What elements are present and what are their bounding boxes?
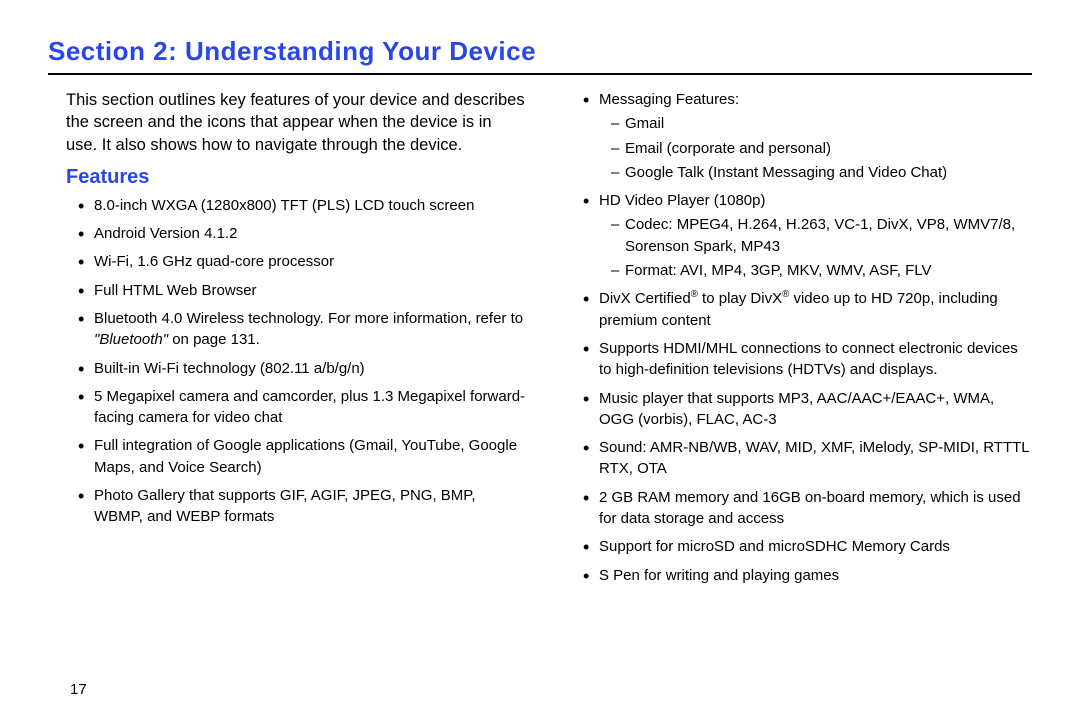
feature-item: DivX Certified® to play DivX® video up t… <box>587 288 1032 331</box>
feature-item: Built-in Wi-Fi technology (802.11 a/b/g/… <box>82 358 527 379</box>
feature-item: Bluetooth 4.0 Wireless technology. For m… <box>82 308 527 351</box>
bluetooth-ref: "Bluetooth" <box>94 331 168 348</box>
feature-item: 2 GB RAM memory and 16GB on-board memory… <box>587 487 1032 530</box>
text: Bluetooth 4.0 Wireless technology. For m… <box>94 310 523 327</box>
intro-text: This section outlines key features of yo… <box>48 89 527 156</box>
feature-item: Full integration of Google applications … <box>82 435 527 478</box>
hd-head: HD Video Player (1080p) <box>599 192 765 209</box>
feature-item: Music player that supports MP3, AAC/AAC+… <box>587 388 1032 431</box>
messaging-sublist: Gmail Email (corporate and personal) Goo… <box>599 113 1032 183</box>
sub-item: Google Talk (Instant Messaging and Video… <box>611 162 1032 183</box>
reg-mark: ® <box>691 289 698 300</box>
feature-item: Supports HDMI/MHL connections to connect… <box>587 338 1032 381</box>
feature-item: Sound: AMR-NB/WB, WAV, MID, XMF, iMelody… <box>587 437 1032 480</box>
sub-item: Format: AVI, MP4, 3GP, MKV, WMV, ASF, FL… <box>611 260 1032 281</box>
feature-item: Support for microSD and microSDHC Memory… <box>587 536 1032 557</box>
feature-item: S Pen for writing and playing games <box>587 565 1032 586</box>
sub-item: Email (corporate and personal) <box>611 138 1032 159</box>
features-list-left: 8.0-inch WXGA (1280x800) TFT (PLS) LCD t… <box>48 195 527 528</box>
divider <box>48 73 1032 75</box>
messaging-head: Messaging Features: <box>599 91 739 108</box>
sub-item: Codec: MPEG4, H.264, H.263, VC-1, DivX, … <box>611 214 1032 257</box>
features-heading: Features <box>48 166 527 189</box>
feature-item: Android Version 4.1.2 <box>82 223 527 244</box>
content-columns: This section outlines key features of yo… <box>48 89 1032 593</box>
section-title: Section 2: Understanding Your Device <box>48 36 1032 67</box>
text: on page 131. <box>168 331 260 348</box>
page-number: 17 <box>70 681 87 698</box>
feature-item: 5 Megapixel camera and camcorder, plus 1… <box>82 386 527 429</box>
feature-item: Full HTML Web Browser <box>82 280 527 301</box>
feature-item: 8.0-inch WXGA (1280x800) TFT (PLS) LCD t… <box>82 195 527 216</box>
left-column: This section outlines key features of yo… <box>48 89 527 593</box>
feature-item: Messaging Features: Gmail Email (corpora… <box>587 89 1032 183</box>
sub-item: Gmail <box>611 113 1032 134</box>
text: to play DivX <box>698 290 782 307</box>
feature-item: Wi-Fi, 1.6 GHz quad-core processor <box>82 251 527 272</box>
text: DivX Certified <box>599 290 691 307</box>
feature-item: HD Video Player (1080p) Codec: MPEG4, H.… <box>587 190 1032 281</box>
feature-item: Photo Gallery that supports GIF, AGIF, J… <box>82 485 527 528</box>
right-column: Messaging Features: Gmail Email (corpora… <box>553 89 1032 593</box>
features-list-right: Messaging Features: Gmail Email (corpora… <box>553 89 1032 586</box>
hd-sublist: Codec: MPEG4, H.264, H.263, VC-1, DivX, … <box>599 214 1032 281</box>
